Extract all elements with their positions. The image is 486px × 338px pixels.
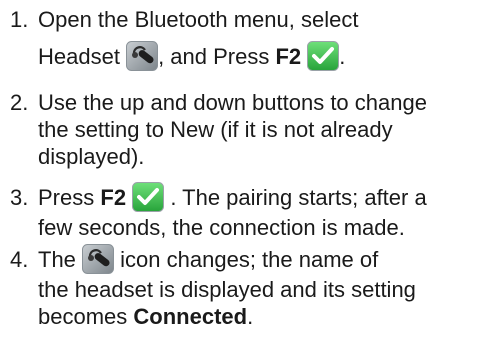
step-number: 1. bbox=[10, 7, 29, 32]
step-line: becomes Connected. bbox=[38, 303, 480, 330]
step-text-fragment: The bbox=[38, 247, 76, 272]
headset-label: Headset bbox=[38, 44, 120, 69]
step-text-fragment: . bbox=[339, 44, 346, 69]
f2-key-label: F2 bbox=[100, 185, 127, 210]
step-text-fragment: icon changes; the name of bbox=[120, 247, 379, 272]
step-line: Use the up and down buttons to change bbox=[38, 90, 427, 115]
headset-icon bbox=[82, 244, 115, 275]
headset-icon bbox=[126, 41, 159, 72]
step-line: The icon changes; the name of bbox=[38, 244, 480, 276]
step-text: The icon changes; the name of the headse… bbox=[38, 244, 480, 330]
instruction-steps: 1. Open the Bluetooth menu, select Heads… bbox=[0, 0, 486, 338]
step-number: 2. bbox=[10, 90, 29, 115]
step-text-fragment: . The pairing starts; after a bbox=[170, 185, 427, 210]
step-text-fragment: . bbox=[247, 304, 254, 330]
step-text-fragment: becomes bbox=[38, 304, 128, 330]
step-line: the headset is displayed and its setting bbox=[38, 277, 416, 303]
step-line: Press F2 . The pairing starts; after a bbox=[38, 182, 480, 214]
checkmark-confirm-icon bbox=[307, 41, 340, 72]
checkmark-confirm-icon bbox=[132, 182, 165, 213]
connected-status-label: Connected bbox=[133, 304, 248, 330]
step-text-fragment: , and Press bbox=[158, 44, 270, 69]
step-line: few seconds, the connection is made. bbox=[38, 215, 405, 241]
step-line: Headset , and Press F2 . bbox=[38, 41, 480, 73]
step-text: Open the Bluetooth menu, select Headset … bbox=[38, 6, 480, 73]
step-text: Press F2 . The pairing starts; after a f… bbox=[38, 182, 480, 241]
step-line: the setting to New (if it is not already bbox=[38, 117, 393, 142]
step-text: Use the up and down buttons to change th… bbox=[38, 89, 480, 170]
step-number: 3. bbox=[10, 185, 29, 210]
step-line: displayed). bbox=[38, 144, 145, 169]
f2-key-label: F2 bbox=[275, 44, 302, 69]
step-number: 4. bbox=[10, 247, 29, 272]
step-line: Open the Bluetooth menu, select bbox=[38, 7, 359, 32]
step-text-fragment: Press bbox=[38, 185, 95, 210]
